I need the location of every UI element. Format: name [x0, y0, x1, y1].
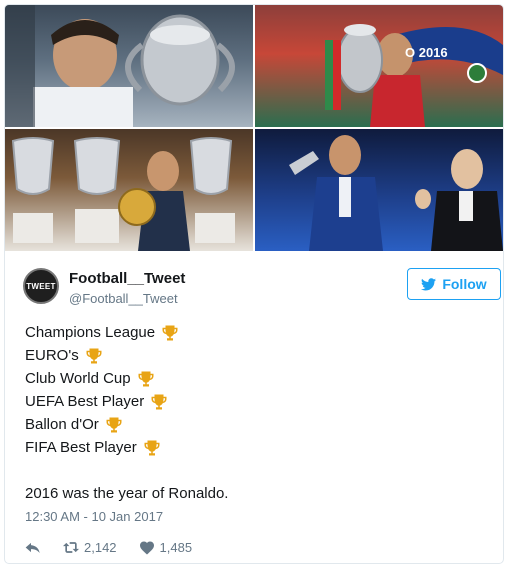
tweet-line-text: EURO's	[25, 347, 79, 364]
photo-euro-2016-illustration	[325, 24, 503, 127]
tweet-line-text: Champions League	[25, 324, 156, 341]
tweet-closing-line: 2016 was the year of Ronaldo.	[25, 485, 229, 502]
follow-button[interactable]: Follow	[407, 268, 501, 300]
trophy-icon	[106, 417, 122, 432]
tweet-header: TWEET Football__Tweet @Football__Tweet F…	[23, 268, 501, 308]
tweet-timestamp[interactable]: 12:30 AM - 10 Jan 2017	[25, 509, 163, 524]
photo-champions-league-illustration	[5, 5, 235, 127]
reply-button[interactable]	[25, 540, 41, 555]
photo-fifa-best[interactable]	[255, 129, 503, 251]
tweet-line-text: UEFA Best Player	[25, 393, 145, 410]
tweet-line: Club World Cup	[25, 367, 485, 390]
photo-euro-2016[interactable]: O 2016	[255, 5, 503, 127]
photo-fifa-best-illustration	[289, 135, 503, 251]
tweet-line: FIFA Best Player	[25, 436, 485, 459]
trophy-icon	[162, 325, 178, 340]
reply-icon	[25, 542, 40, 553]
tweet-line-text: Ballon d'Or	[25, 416, 99, 433]
avatar[interactable]: TWEET	[23, 268, 59, 304]
like-count: 1,485	[159, 539, 193, 555]
tweet-line: Champions League	[25, 321, 485, 344]
heart-icon	[139, 541, 154, 554]
euro-banner-text: O 2016	[405, 45, 448, 60]
author-name[interactable]: Football__Tweet	[69, 270, 185, 287]
photo-ballon-dor-illustration	[11, 137, 235, 251]
avatar-text: TWEET	[26, 281, 56, 291]
trophy-icon	[86, 348, 102, 363]
author-handle[interactable]: @Football__Tweet	[69, 291, 178, 306]
trophy-icon	[144, 440, 160, 455]
photo-ballon-dor[interactable]	[5, 129, 253, 251]
tweet-text: Champions League EURO's Club World Cup U…	[25, 321, 485, 505]
retweet-icon	[63, 541, 79, 553]
tweet-actions: 2,142 1,485	[25, 537, 214, 557]
photo-champions-league[interactable]	[5, 5, 253, 127]
tweet-line-text: FIFA Best Player	[25, 439, 137, 456]
retweet-button[interactable]: 2,142	[63, 540, 117, 555]
photo-grid: O 2016	[5, 5, 503, 251]
trophy-icon	[151, 394, 167, 409]
follow-label: Follow	[442, 276, 487, 292]
twitter-bird-icon	[421, 277, 437, 290]
tweet-spacer	[25, 459, 485, 482]
tweet-line: Ballon d'Or	[25, 413, 485, 436]
tweet-line: EURO's	[25, 344, 485, 367]
trophy-icon	[138, 371, 154, 386]
tweet-line-text: Club World Cup	[25, 370, 131, 387]
tweet-line: 2016 was the year of Ronaldo.	[25, 482, 485, 505]
retweet-count: 2,142	[84, 539, 117, 555]
tweet-card: O 2016 TWEET Football__Tweet @Football__…	[4, 4, 504, 564]
tweet-line: UEFA Best Player	[25, 390, 485, 413]
like-button[interactable]: 1,485	[139, 539, 193, 555]
